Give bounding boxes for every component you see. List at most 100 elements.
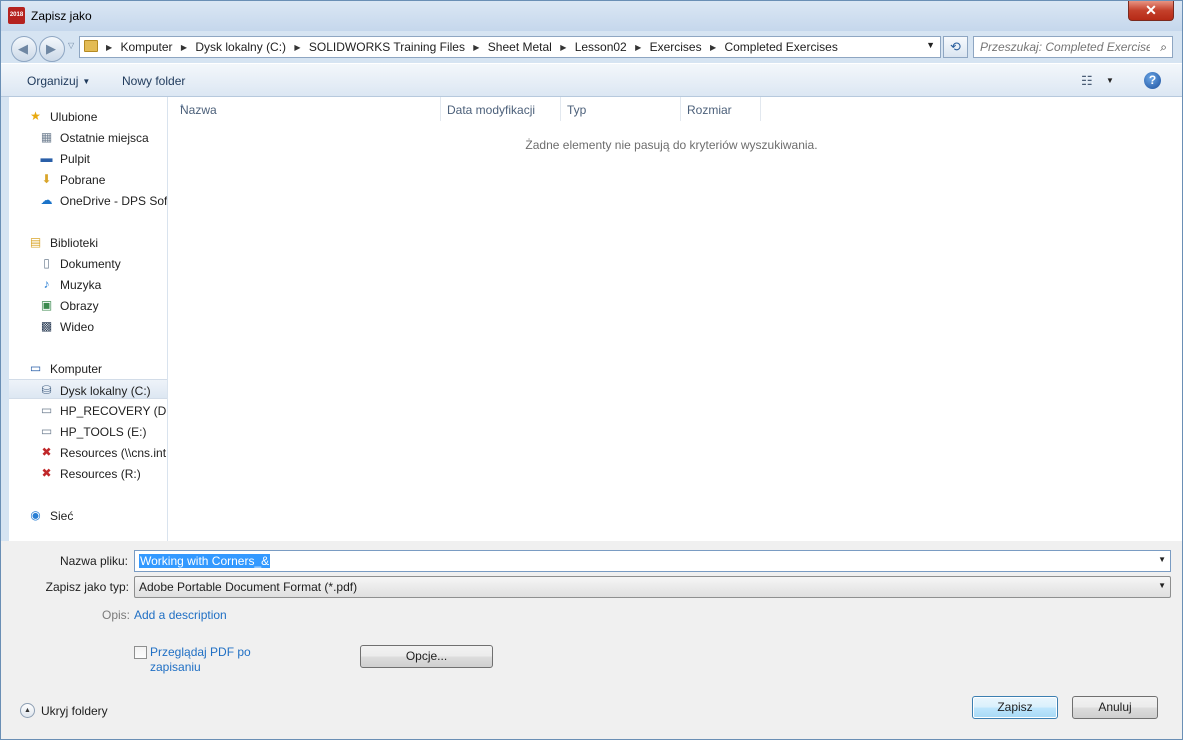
view-dropdown-icon[interactable]: ▼ xyxy=(1106,76,1114,85)
documents-icon: ▯ xyxy=(43,256,50,270)
nav-videos[interactable]: ▩ Wideo xyxy=(9,316,167,336)
breadcrumb-separator[interactable]: ▶ xyxy=(181,43,187,52)
filetype-value: Adobe Portable Document Format (*.pdf) xyxy=(139,580,358,594)
nav-drive-c[interactable]: ⛁ Dysk lokalny (C:) xyxy=(9,379,167,399)
organize-button[interactable]: Organizuj ▼ xyxy=(27,74,90,88)
add-description-link[interactable]: Add a description xyxy=(134,608,227,622)
chevron-down-icon: ▼ xyxy=(82,77,91,86)
chevron-down-icon[interactable]: ▼ xyxy=(1158,555,1166,564)
chevron-down-icon[interactable]: ▼ xyxy=(1158,581,1166,590)
breadcrumb-item[interactable]: Dysk lokalny (C:) xyxy=(195,40,286,54)
computer-icon: ▭ xyxy=(29,361,42,375)
view-options-icon[interactable]: ☷ xyxy=(1081,73,1093,89)
description-label: Opis: xyxy=(102,608,131,622)
address-row: ◀ ▶ ▽ ▶ Komputer ▶ Dysk lokalny (C:) ▶ S… xyxy=(1,31,1182,63)
nav-drive-r[interactable]: ✖ Resources (R:) xyxy=(9,463,167,483)
close-button[interactable]: ✕ xyxy=(1128,1,1174,21)
column-header-date[interactable]: Data modyfikacji xyxy=(441,97,561,121)
column-label: Data modyfikacji xyxy=(447,103,536,117)
save-options-panel: Nazwa pliku: Working with Corners_& ▼ Za… xyxy=(1,541,1182,739)
organize-label: Organizuj xyxy=(27,74,79,88)
column-header-name[interactable]: Nazwa ^ xyxy=(174,97,441,121)
nav-label: Biblioteki xyxy=(50,236,99,250)
filetype-select[interactable]: Adobe Portable Document Format (*.pdf) ▼ xyxy=(134,576,1171,598)
breadcrumb-item[interactable]: SOLIDWORKS Training Files xyxy=(309,40,465,54)
forward-arrow-icon: ▶ xyxy=(46,41,56,56)
nav-documents[interactable]: ▯ Dokumenty xyxy=(9,253,167,273)
column-label: Typ xyxy=(567,103,587,117)
file-list[interactable]: Nazwa ^ Data modyfikacji Typ Rozmiar Żadn… xyxy=(168,97,1182,541)
nav-computer[interactable]: ▭ Komputer xyxy=(9,358,167,378)
cancel-button[interactable]: Anuluj xyxy=(1072,696,1158,719)
desktop-icon: ▬ xyxy=(40,151,53,165)
search-box[interactable]: ⌕ xyxy=(973,36,1173,58)
column-label: Nazwa xyxy=(180,103,217,117)
save-button[interactable]: Zapisz xyxy=(972,696,1058,719)
drive-icon: ▭ xyxy=(40,424,53,438)
nav-label: Ulubione xyxy=(50,110,98,124)
navigation-pane[interactable]: ★ Ulubione ▦ Ostatnie miejsca ▬ Pulpit ⬇ Pob… xyxy=(9,97,168,541)
nav-music[interactable]: ♪ Muzyka xyxy=(9,274,167,294)
back-button[interactable]: ◀ xyxy=(11,36,37,62)
column-header-type[interactable]: Typ xyxy=(561,97,681,121)
folder-icon xyxy=(84,40,98,52)
video-icon: ▩ xyxy=(40,319,53,333)
star-icon: ★ xyxy=(30,109,41,123)
solidworks-app-icon: 2018 xyxy=(8,7,25,24)
nav-label: Ostatnie miejsca xyxy=(60,131,149,145)
forward-button[interactable]: ▶ xyxy=(39,36,65,62)
view-pdf-label[interactable]: Przeglądaj PDF po zapisaniu xyxy=(150,645,260,675)
sort-ascending-icon: ^ xyxy=(180,103,184,112)
nav-label: Sieć xyxy=(50,509,74,523)
empty-message: Żadne elementy nie pasują do kryteriów w… xyxy=(525,138,818,152)
search-icon[interactable]: ⌕ xyxy=(1160,40,1167,55)
breadcrumb-item[interactable]: Lesson02 xyxy=(575,40,627,54)
save-as-dialog: 2018 Zapisz jako ✕ ◀ ▶ ▽ ▶ Komputer ▶ Dy… xyxy=(0,0,1183,740)
hide-folders-button[interactable]: Ukryj foldery xyxy=(41,704,108,718)
breadcrumb-separator[interactable]: ▶ xyxy=(294,43,300,52)
nav-pictures[interactable]: ▣ Obrazy xyxy=(9,295,167,315)
new-folder-button[interactable]: Nowy folder xyxy=(122,74,185,88)
nav-recent-places[interactable]: ▦ Ostatnie miejsca xyxy=(9,127,167,147)
address-dropdown-icon[interactable]: ▼ xyxy=(926,40,935,50)
nav-label: Muzyka xyxy=(60,278,102,292)
breadcrumb-separator[interactable]: ▶ xyxy=(710,43,716,52)
nav-drive-d[interactable]: ▭ HP_RECOVERY (D:) xyxy=(9,400,167,420)
network-icon: ◉ xyxy=(30,508,41,522)
nav-favorites[interactable]: ★ Ulubione xyxy=(9,106,167,126)
music-icon: ♪ xyxy=(43,277,50,291)
breadcrumb-item[interactable]: Sheet Metal xyxy=(488,40,552,54)
nav-onedrive[interactable]: ☁ OneDrive - DPS Soft xyxy=(9,190,168,210)
downloads-icon: ⬇ xyxy=(41,172,52,186)
filetype-label: Zapisz jako typ: xyxy=(45,580,129,594)
breadcrumb-separator[interactable]: ▶ xyxy=(473,43,479,52)
nav-network[interactable]: ◉ Sieć xyxy=(9,505,167,525)
address-bar[interactable]: ▶ Komputer ▶ Dysk lokalny (C:) ▶ SOLIDWO… xyxy=(79,36,941,58)
view-pdf-checkbox[interactable] xyxy=(134,646,147,659)
search-input[interactable] xyxy=(980,39,1150,55)
nav-downloads[interactable]: ⬇ Pobrane xyxy=(9,169,167,189)
breadcrumb-separator[interactable]: ▶ xyxy=(560,43,566,52)
nav-label: Pobrane xyxy=(60,173,106,187)
refresh-button[interactable]: ⟲ xyxy=(943,36,968,58)
nav-network-drive[interactable]: ✖ Resources (\\cns.int xyxy=(9,442,167,462)
help-icon[interactable]: ? xyxy=(1144,72,1161,89)
breadcrumb-item[interactable]: Komputer xyxy=(121,40,173,54)
breadcrumb-item[interactable]: Completed Exercises xyxy=(724,40,837,54)
disconnected-drive-icon: ✖ xyxy=(41,466,52,480)
nav-desktop[interactable]: ▬ Pulpit xyxy=(9,148,167,168)
nav-drive-e[interactable]: ▭ HP_TOOLS (E:) xyxy=(9,421,167,441)
breadcrumb-separator[interactable]: ▶ xyxy=(106,43,112,52)
nav-libraries[interactable]: ▤ Biblioteki xyxy=(9,232,167,252)
filename-value[interactable]: Working with Corners_& xyxy=(139,554,271,568)
collapse-arrow-icon[interactable]: ▲ xyxy=(20,703,35,718)
nav-label: Pulpit xyxy=(60,152,91,166)
breadcrumb-separator[interactable]: ▶ xyxy=(635,43,641,52)
command-toolbar: Organizuj ▼ Nowy folder ☷ ▼ ? xyxy=(1,63,1182,97)
filename-field[interactable]: Working with Corners_& ▼ xyxy=(134,550,1171,572)
history-dropdown-icon[interactable]: ▽ xyxy=(68,41,74,50)
breadcrumb-item[interactable]: Exercises xyxy=(650,40,702,54)
options-button[interactable]: Opcje... xyxy=(360,645,493,668)
column-header-size[interactable]: Rozmiar xyxy=(681,97,761,121)
title-bar: 2018 Zapisz jako ✕ xyxy=(1,1,1182,31)
